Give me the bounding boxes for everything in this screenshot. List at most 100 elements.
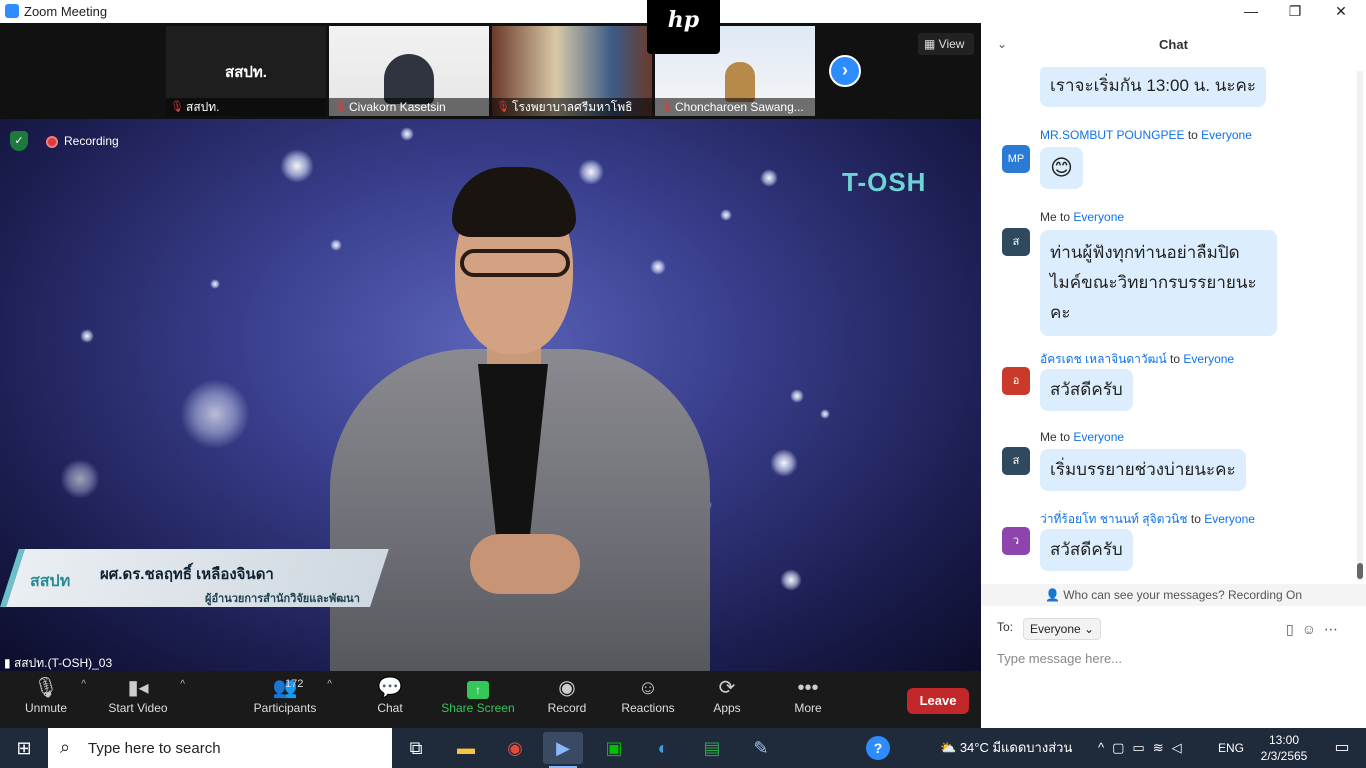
start-video-button[interactable]: ▮◂ Start Video ^ (105, 671, 185, 728)
emoji-icon[interactable]: ☺ (1302, 621, 1324, 637)
message-to: to (1190, 512, 1201, 526)
speaker-hands (470, 534, 580, 594)
apps-label: Apps (713, 701, 741, 715)
reactions-label: Reactions (621, 701, 675, 715)
paint-icon[interactable]: ✎ (741, 732, 781, 764)
message-bubble: สวัสดีครับ (1040, 369, 1133, 411)
edge-icon[interactable]: ◐ (643, 732, 683, 764)
minimize-button[interactable]: — (1228, 0, 1274, 23)
task-view-icon[interactable]: ⧉ (396, 732, 436, 764)
participants-button[interactable]: 👥 172 Participants ^ (252, 671, 332, 728)
wifi-icon[interactable]: ≋ (1153, 740, 1172, 755)
unmute-button[interactable]: 🎙 Unmute ^ (20, 671, 86, 728)
more-options-icon[interactable]: ⋯ (1324, 621, 1346, 637)
record-label: Record (547, 701, 587, 715)
apps-button[interactable]: ⟳ Apps (707, 671, 747, 728)
notifications-icon[interactable]: ▭ (1322, 728, 1362, 768)
chevron-up-icon[interactable]: ^ (1098, 740, 1112, 755)
speaker-hair (452, 167, 576, 237)
chevron-down-icon[interactable]: ⌄ (997, 37, 1007, 51)
file-icon[interactable]: ▯ (1286, 621, 1302, 637)
participant-tile[interactable]: สสปท. สสปท. 🎙 (166, 26, 326, 116)
message-target: Everyone (1073, 430, 1125, 444)
audio-options-caret-icon[interactable]: ^ (81, 679, 86, 690)
leave-button[interactable]: Leave (907, 688, 969, 714)
video-off-icon: ▮◂ (127, 677, 149, 699)
message-sender[interactable]: ว่าที่ร้อยโท ชานนท์ สุจิตวนิช (1040, 512, 1188, 526)
battery-icon[interactable]: ▭ (1132, 740, 1152, 755)
weather-widget[interactable]: ⛅ 34°C มีแดดบางส่วน (940, 728, 1072, 768)
t-osh-watermark: T-OSH (842, 167, 927, 197)
input-language[interactable]: ENG (1218, 728, 1244, 768)
message-input[interactable] (997, 647, 1347, 669)
message-to: to (1187, 128, 1198, 142)
search-placeholder: Type here to search (88, 740, 221, 757)
clock-time: 13:00 (1268, 733, 1300, 747)
windows-taskbar: ⊞ ⌕ Type here to search ⧉ ▬ ◉ ▶ ▣ ◐ ▤ ✎ … (0, 728, 1366, 768)
message-meta: ว่าที่ร้อยโท ชานนท์ สุจิตวนิช to Everyon… (1040, 510, 1255, 529)
video-options-caret-icon[interactable]: ^ (180, 679, 185, 690)
recipient-dropdown[interactable]: Everyone ⌄ (1023, 618, 1102, 640)
start-video-label: Start Video (108, 701, 168, 715)
next-page-button[interactable]: › (829, 55, 861, 87)
chat-messages[interactable]: เราจะเริ่มกัน 13:00 น. นะคะ MP MR.SOMBUT… (981, 67, 1353, 584)
system-clock[interactable]: 13:00 2/3/2565 (1252, 732, 1316, 764)
zoom-app-icon (5, 4, 19, 18)
main-video: T-OSH สสปท ผศ.ดร.ชลฤทธิ์ เหลืองจินดา ผู้… (0, 119, 981, 671)
message-visibility-notice[interactable]: 👤 Who can see your messages? Recording O… (981, 584, 1366, 606)
window-title: Zoom Meeting (24, 4, 108, 19)
participant-name: Civakorn Kasetsin (329, 98, 489, 116)
lower-third-org: สสปท (30, 573, 71, 590)
message-sender[interactable]: MR.SOMBUT POUNGPEE (1040, 128, 1184, 142)
taskbar-search[interactable]: ⌕ Type here to search (48, 728, 392, 768)
line-icon[interactable]: ▣ (594, 732, 634, 764)
chat-scrollbar[interactable] (1357, 71, 1363, 581)
message-sender: Me (1040, 430, 1057, 444)
participant-tile[interactable]: Civakorn Kasetsin 🎙 (329, 26, 489, 116)
reactions-button[interactable]: ☺ Reactions (618, 671, 678, 728)
maximize-button[interactable]: ❐ (1272, 0, 1318, 23)
message-target: Everyone (1183, 352, 1235, 366)
more-button[interactable]: ••• More (788, 671, 828, 728)
avatar: ส (1002, 228, 1030, 256)
message-to: to (1170, 352, 1181, 366)
avatar: ส (1002, 447, 1030, 475)
security-shield-icon[interactable]: ✓ (10, 131, 28, 151)
participant-display-name: สสปท. (225, 64, 267, 81)
more-label: More (794, 701, 822, 715)
volume-icon[interactable]: ◁ (1172, 740, 1190, 755)
participant-video (384, 54, 434, 104)
view-button[interactable]: ▦ View (918, 33, 974, 55)
tray-app-icon[interactable]: ▢ (1112, 740, 1132, 755)
zoom-taskbar-icon[interactable]: ▶ (543, 732, 583, 768)
record-icon: ◉ (558, 677, 576, 699)
message-target: Everyone (1201, 128, 1252, 142)
avatar: ว (1002, 527, 1030, 555)
participant-name: Choncharoen Sawang... (655, 98, 815, 116)
share-screen-button[interactable]: ↑ Share Screen (440, 671, 516, 728)
weather-icon: ⛅ (940, 740, 960, 755)
close-window-button[interactable]: ✕ (1318, 0, 1364, 23)
participant-tile[interactable]: โรงพยาบาลศรีมหาโพธิ 🎙 (492, 26, 652, 116)
system-tray-icons[interactable]: ^▢▭≋◁ (1098, 728, 1190, 768)
mic-muted-icon: 🎙 (496, 101, 510, 113)
meeting-area: สสปท. สสปท. 🎙 Civakorn Kasetsin 🎙 โรงพยา… (0, 0, 981, 728)
share-screen-icon: ↑ (440, 671, 516, 701)
windows-start-icon[interactable]: ⊞ (0, 728, 48, 768)
participant-video (725, 62, 755, 102)
chat-scroll-thumb[interactable] (1357, 563, 1363, 579)
chrome-icon[interactable]: ◉ (495, 732, 535, 764)
help-icon[interactable]: ? (866, 736, 890, 760)
chat-button[interactable]: 💬 Chat (370, 671, 410, 728)
chat-icon: 💬 (377, 677, 403, 699)
search-icon: ⌕ (60, 737, 71, 757)
hp-logo: hp (647, 0, 720, 54)
sheets-icon[interactable]: ▤ (692, 732, 732, 764)
file-explorer-icon[interactable]: ▬ (446, 732, 486, 764)
message-sender[interactable]: อัครเดช เหลาจินดาวัฒน์ (1040, 352, 1167, 366)
record-button[interactable]: ◉ Record (545, 671, 589, 728)
participants-options-caret-icon[interactable]: ^ (327, 679, 332, 690)
chat-tools: ▯☺⋯ (1286, 621, 1346, 638)
message-target: Everyone (1204, 512, 1255, 526)
share-screen-label: Share Screen (441, 701, 515, 715)
